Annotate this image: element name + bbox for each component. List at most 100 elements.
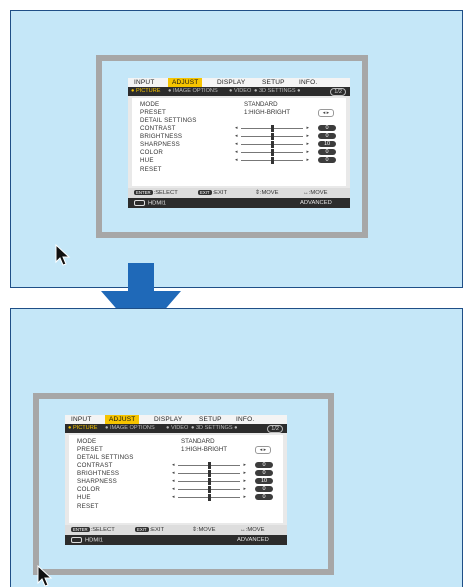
row-mode-value: STANDARD xyxy=(244,101,278,108)
move-vertical-hint: ⇕:MOVE xyxy=(192,527,216,533)
input-source: HDMI1 xyxy=(71,537,103,544)
tab-input[interactable]: INPUT xyxy=(134,79,155,86)
color-slider[interactable]: ◂ ▸ xyxy=(172,486,246,493)
hdmi-icon xyxy=(71,537,82,543)
sharpness-slider[interactable]: ◂ ▸ xyxy=(235,141,309,148)
row-mode-value: STANDARD xyxy=(181,438,215,445)
move-horizontal-hint: ↔:MOVE xyxy=(240,527,265,533)
menu-body: MODE STANDARD PRESET 1:HIGH-BRIGHT ◂ ▸ D… xyxy=(69,435,283,523)
row-reset[interactable]: RESET xyxy=(140,166,162,173)
row-color-label[interactable]: COLOR xyxy=(140,149,163,156)
row-preset-value: 1:HIGH-BRIGHT xyxy=(244,109,291,116)
preset-stepper[interactable]: ◂ ▸ xyxy=(255,446,271,454)
exit-hint: EXIT:EXIT xyxy=(198,190,228,197)
mouse-pointer-icon xyxy=(55,244,71,266)
osd-menu: INPUT ADJUST DISPLAY SETUP INFO. ● PICTU… xyxy=(65,415,287,545)
slider-knob[interactable] xyxy=(207,494,211,501)
hue-value: 0 xyxy=(318,157,336,163)
menu-footer-keys: ENTER:SELECT EXIT:EXIT ⇕:MOVE ↔:MOVE xyxy=(65,525,287,535)
move-vertical-hint: ⇕:MOVE xyxy=(255,190,279,196)
subtab-video[interactable]: ● VIDEO xyxy=(229,88,251,95)
slider-knob[interactable] xyxy=(270,133,274,140)
hue-slider[interactable]: ◂ ▸ xyxy=(235,157,309,164)
contrast-value: 0 xyxy=(255,462,273,468)
slider-knob[interactable] xyxy=(207,478,211,485)
row-mode-label[interactable]: MODE xyxy=(77,438,96,445)
subtab-picture[interactable]: ● PICTURE xyxy=(131,88,161,95)
tab-info[interactable]: INFO. xyxy=(299,79,317,86)
menu-mode: ADVANCED xyxy=(300,200,332,206)
row-preset-label[interactable]: PRESET xyxy=(140,109,166,116)
subtab-image-options[interactable]: ● IMAGE OPTIONS xyxy=(168,88,218,95)
brightness-slider[interactable]: ◂ ▸ xyxy=(235,133,309,140)
hue-slider[interactable]: ◂ ▸ xyxy=(172,494,246,501)
row-sharpness-label[interactable]: SHARPNESS xyxy=(140,141,180,148)
row-reset[interactable]: RESET xyxy=(77,503,99,510)
slider-knob[interactable] xyxy=(207,486,211,493)
move-horizontal-hint: ↔:MOVE xyxy=(303,190,328,196)
row-detail-settings[interactable]: DETAIL SETTINGS xyxy=(77,454,134,461)
subtab-bar: ● PICTURE ● IMAGE OPTIONS ● VIDEO ● 3D S… xyxy=(128,87,350,96)
projected-screen-bottom: INPUT ADJUST DISPLAY SETUP INFO. ● PICTU… xyxy=(10,308,463,587)
row-brightness-label[interactable]: BRIGHTNESS xyxy=(77,470,119,477)
tab-display[interactable]: DISPLAY xyxy=(154,416,182,423)
preset-stepper[interactable]: ◂ ▸ xyxy=(318,109,334,117)
brightness-value: 0 xyxy=(318,133,336,139)
slider-knob[interactable] xyxy=(207,470,211,477)
tab-adjust[interactable]: ADJUST xyxy=(105,415,140,424)
row-preset-label[interactable]: PRESET xyxy=(77,446,103,453)
tab-display[interactable]: DISPLAY xyxy=(217,79,245,86)
brightness-value: 0 xyxy=(255,470,273,476)
row-contrast-label[interactable]: CONTRAST xyxy=(77,462,113,469)
subtab-image-options[interactable]: ● IMAGE OPTIONS xyxy=(105,425,155,432)
subtab-picture[interactable]: ● PICTURE xyxy=(68,425,98,432)
menu-footer-status: HDMI1 ADVANCED xyxy=(65,535,287,545)
subtab-3d-settings[interactable]: ● 3D SETTINGS ● xyxy=(254,88,301,95)
tab-adjust[interactable]: ADJUST xyxy=(168,78,203,87)
row-hue-label[interactable]: HUE xyxy=(77,494,91,501)
color-slider[interactable]: ◂ ▸ xyxy=(235,149,309,156)
menu-footer-keys: ENTER:SELECT EXIT:EXIT ⇕:MOVE ↔:MOVE xyxy=(128,188,350,198)
menu-mode: ADVANCED xyxy=(237,537,269,543)
row-mode-label[interactable]: MODE xyxy=(140,101,159,108)
row-detail-settings[interactable]: DETAIL SETTINGS xyxy=(140,117,197,124)
row-contrast-label[interactable]: CONTRAST xyxy=(140,125,176,132)
input-source: HDMI1 xyxy=(134,200,166,207)
slider-knob[interactable] xyxy=(270,141,274,148)
page-indicator: 1/2 xyxy=(267,425,283,433)
color-value: 0 xyxy=(318,149,336,155)
row-preset-value: 1:HIGH-BRIGHT xyxy=(181,446,228,453)
sharpness-value: 10 xyxy=(318,141,336,147)
tab-setup[interactable]: SETUP xyxy=(199,416,222,423)
hue-value: 0 xyxy=(255,494,273,500)
tab-setup[interactable]: SETUP xyxy=(262,79,285,86)
menu-tabs: INPUT ADJUST DISPLAY SETUP INFO. xyxy=(65,415,287,424)
enter-select-hint: ENTER:SELECT xyxy=(71,527,115,534)
subtab-bar: ● PICTURE ● IMAGE OPTIONS ● VIDEO ● 3D S… xyxy=(65,424,287,433)
exit-hint: EXIT:EXIT xyxy=(135,527,165,534)
mouse-pointer-icon xyxy=(37,565,53,587)
menu-footer-status: HDMI1 ADVANCED xyxy=(128,198,350,208)
slider-knob[interactable] xyxy=(207,462,211,469)
subtab-video[interactable]: ● VIDEO xyxy=(166,425,188,432)
subtab-3d-settings[interactable]: ● 3D SETTINGS ● xyxy=(191,425,238,432)
row-brightness-label[interactable]: BRIGHTNESS xyxy=(140,133,182,140)
osd-menu: INPUT ADJUST DISPLAY SETUP INFO. ● PICTU… xyxy=(128,78,350,208)
tab-input[interactable]: INPUT xyxy=(71,416,92,423)
page-indicator: 1/2 xyxy=(330,88,346,96)
hdmi-icon xyxy=(134,200,145,206)
brightness-slider[interactable]: ◂ ▸ xyxy=(172,470,246,477)
row-color-label[interactable]: COLOR xyxy=(77,486,100,493)
row-sharpness-label[interactable]: SHARPNESS xyxy=(77,478,117,485)
sharpness-slider[interactable]: ◂ ▸ xyxy=(172,478,246,485)
slider-knob[interactable] xyxy=(270,157,274,164)
row-hue-label[interactable]: HUE xyxy=(140,157,154,164)
color-value: 0 xyxy=(255,486,273,492)
contrast-slider[interactable]: ◂ ▸ xyxy=(235,125,309,132)
slider-knob[interactable] xyxy=(270,125,274,132)
contrast-slider[interactable]: ◂ ▸ xyxy=(172,462,246,469)
menu-body: MODE STANDARD PRESET 1:HIGH-BRIGHT ◂ ▸ D… xyxy=(132,98,346,186)
tab-info[interactable]: INFO. xyxy=(236,416,254,423)
contrast-value: 0 xyxy=(318,125,336,131)
slider-knob[interactable] xyxy=(270,149,274,156)
